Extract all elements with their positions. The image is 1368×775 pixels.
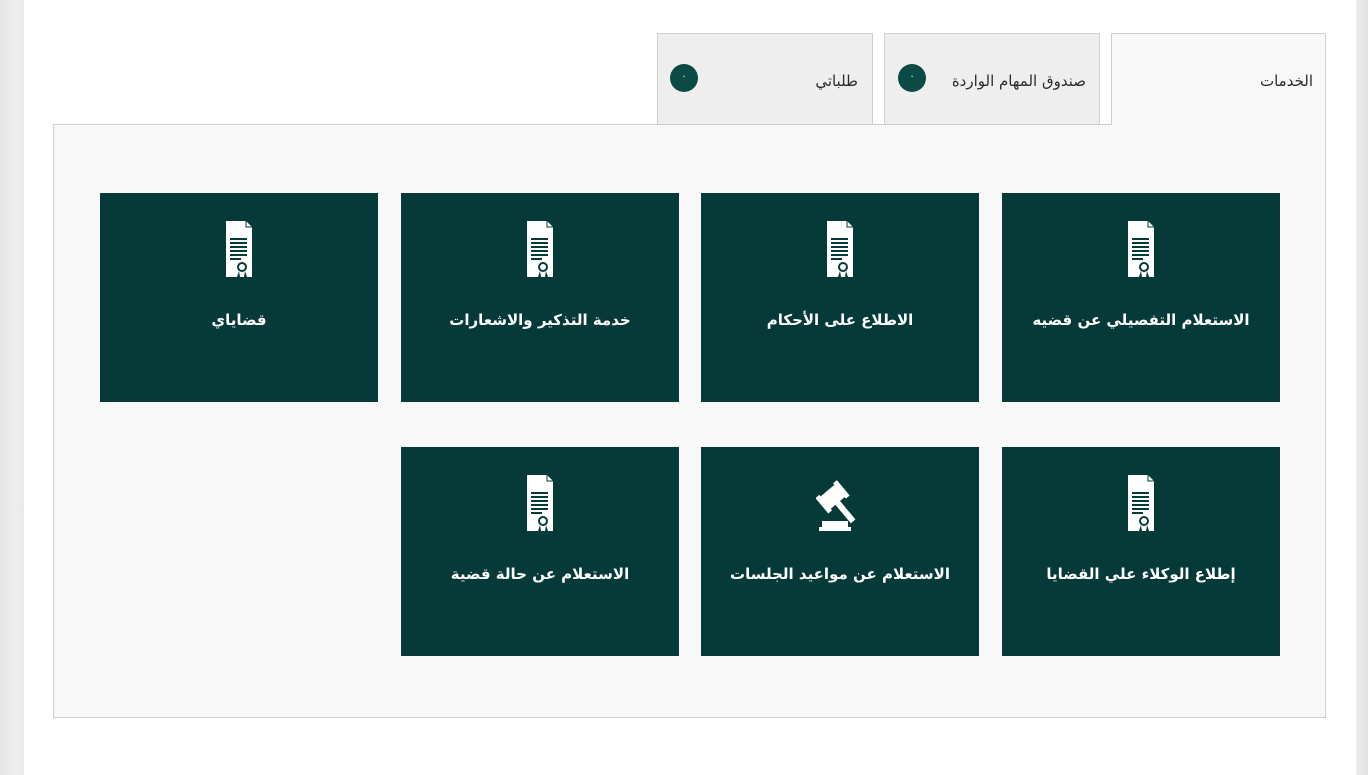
document-certificate-icon [223, 221, 255, 279]
document-certificate-icon [524, 221, 556, 279]
right-background-edge [1356, 0, 1368, 775]
left-background-edge [0, 0, 24, 775]
tab-incoming-tasks-label: صندوق المهام الواردة [951, 72, 1086, 90]
view-judgments-card[interactable]: الاطلاع على الأحكام [701, 193, 979, 402]
document-certificate-icon [1125, 221, 1157, 279]
case-status-inquiry-card[interactable]: الاستعلام عن حالة قضية [401, 447, 679, 656]
session-dates-inquiry-card[interactable]: الاستعلام عن مواعيد الجلسات [701, 447, 979, 656]
document-certificate-icon [524, 475, 556, 533]
case-detailed-inquiry-card[interactable]: الاستعلام التفصيلي عن قضيه [1002, 193, 1280, 402]
view-judgments-label: الاطلاع على الأحكام [766, 311, 914, 329]
tab-my-requests[interactable]: طلباتي ٠ [657, 33, 873, 125]
tab-incoming-tasks[interactable]: صندوق المهام الواردة ٠ [884, 33, 1100, 125]
session-dates-inquiry-label: الاستعلام عن مواعيد الجلسات [730, 565, 950, 583]
case-detailed-inquiry-label: الاستعلام التفصيلي عن قضيه [1032, 311, 1250, 329]
my-cases-card[interactable]: قضاياي [100, 193, 378, 402]
reminders-notifications-label: خدمة التذكير والاشعارات [449, 311, 631, 329]
tab-services[interactable]: الخدمات [1111, 33, 1326, 125]
services-panel: الاستعلام التفصيلي عن قضيه الاطلاع على ا… [53, 124, 1326, 718]
tab-services-label: الخدمات [1259, 72, 1313, 90]
my-cases-label: قضاياي [211, 311, 267, 329]
my-requests-count-badge: ٠ [670, 64, 698, 92]
agents-cases-access-label: إطلاع الوكلاء علي القضايا [1046, 565, 1236, 583]
reminders-notifications-card[interactable]: خدمة التذكير والاشعارات [401, 193, 679, 402]
case-status-inquiry-label: الاستعلام عن حالة قضية [450, 565, 630, 583]
document-certificate-icon [1125, 475, 1157, 533]
services-page: الخدمات صندوق المهام الواردة ٠ طلباتي ٠ [24, 0, 1356, 775]
gavel-icon [816, 475, 864, 533]
tab-my-requests-label: طلباتي [815, 72, 858, 90]
document-certificate-icon [824, 221, 856, 279]
agents-cases-access-card[interactable]: إطلاع الوكلاء علي القضايا [1002, 447, 1280, 656]
incoming-tasks-count-badge: ٠ [898, 64, 926, 92]
